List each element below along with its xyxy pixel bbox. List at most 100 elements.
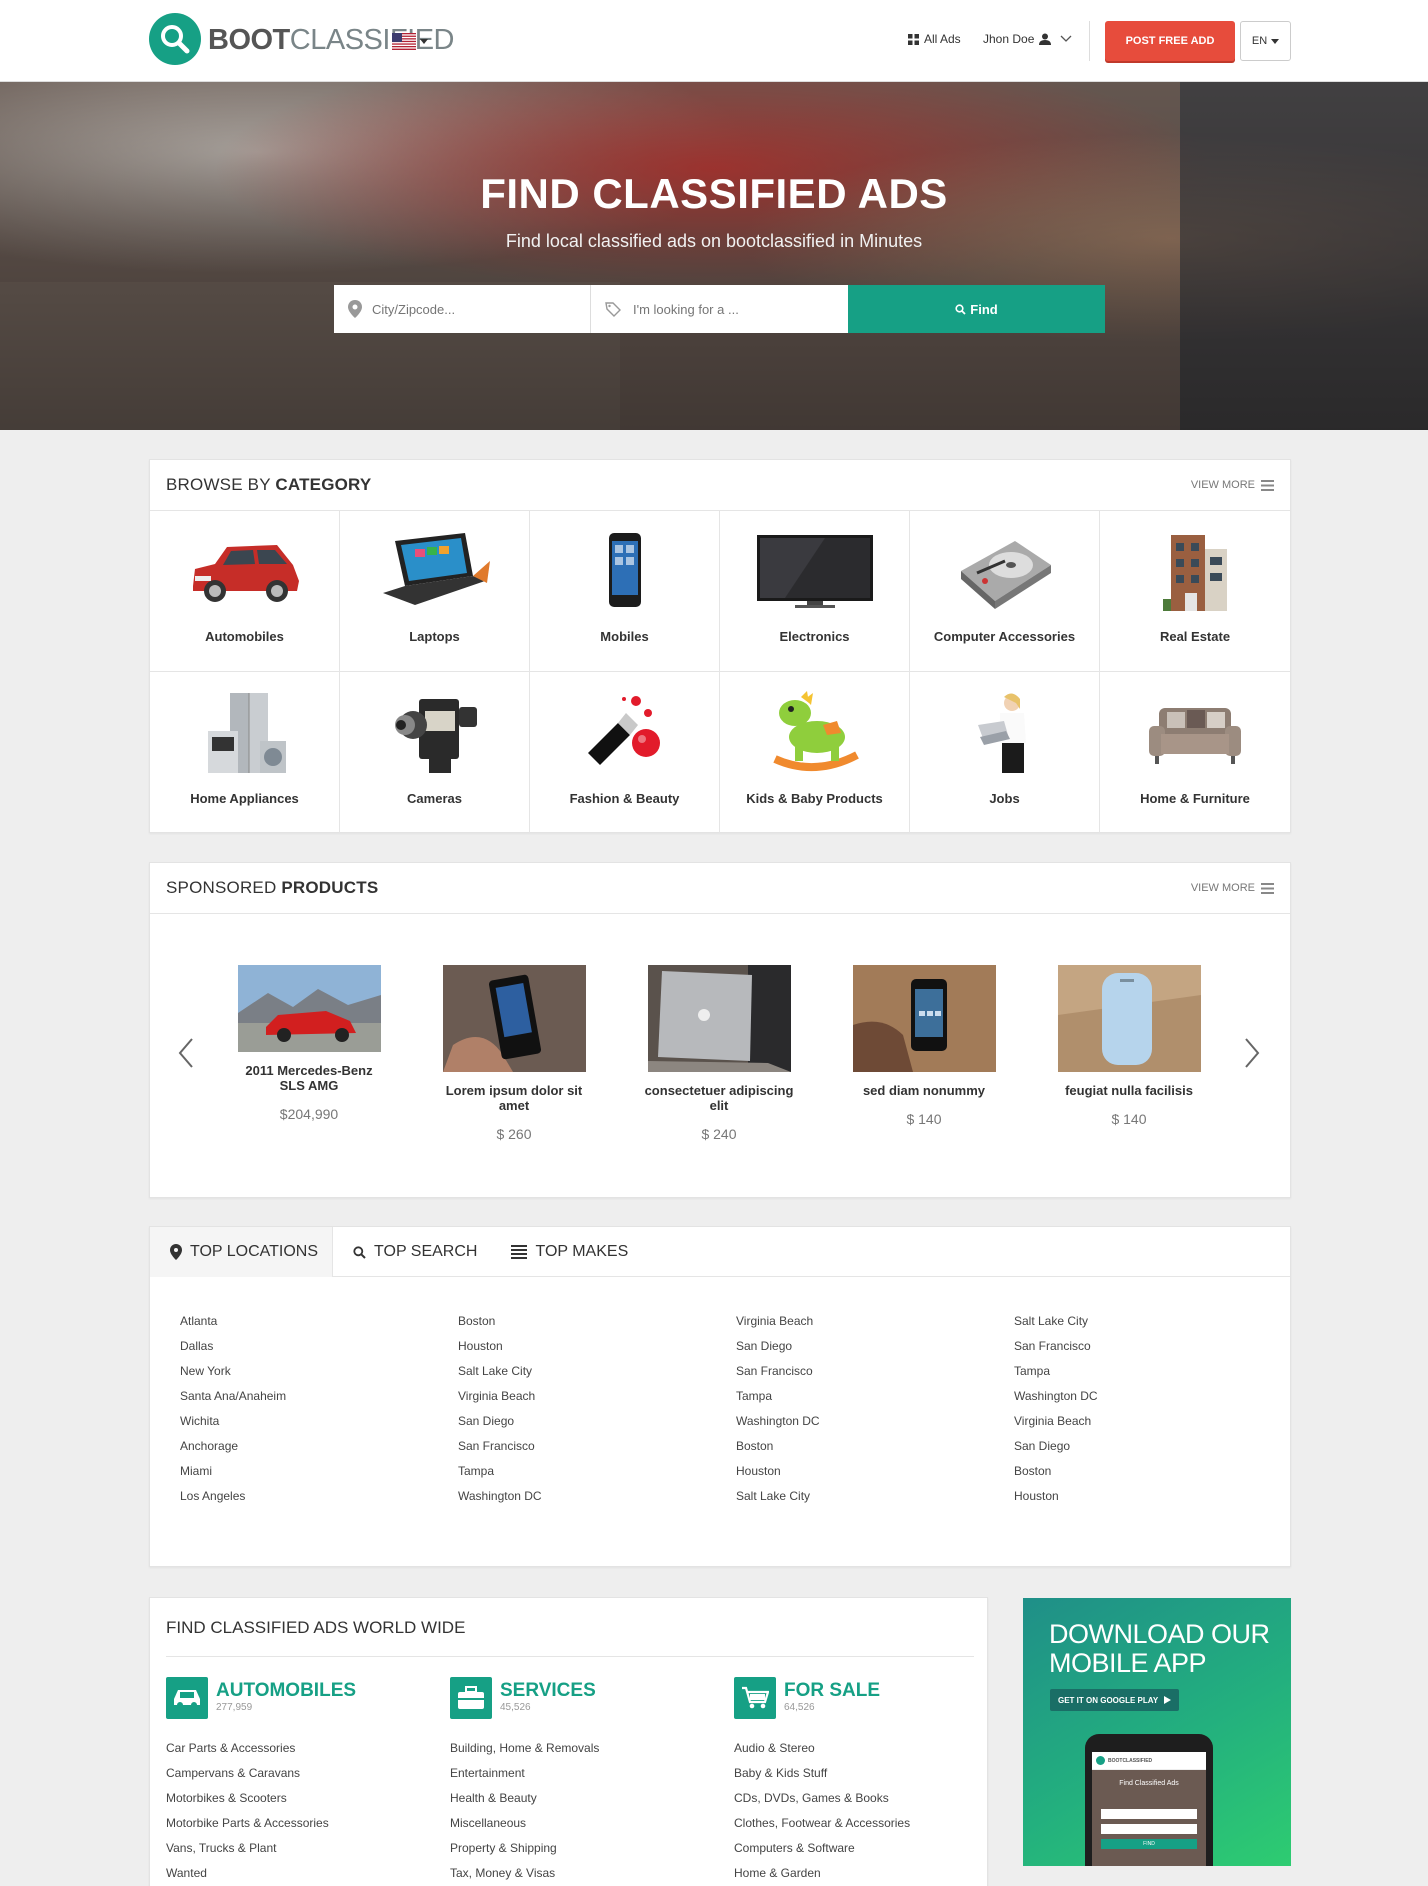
logo-search-icon[interactable] bbox=[149, 13, 201, 65]
list-item[interactable]: CDs, DVDs, Games & Books bbox=[734, 1786, 974, 1811]
list-item[interactable]: Entertainment bbox=[450, 1761, 734, 1786]
tab-top-search[interactable]: TOP SEARCH bbox=[333, 1227, 491, 1277]
category-home-furniture[interactable]: Home & Furniture bbox=[1100, 672, 1290, 833]
all-ads-link[interactable]: All Ads bbox=[908, 31, 961, 47]
group-header[interactable]: AUTOMOBILES 277,959 bbox=[166, 1677, 450, 1719]
category-cameras[interactable]: Cameras bbox=[340, 672, 530, 833]
location-link[interactable]: Boston bbox=[458, 1309, 736, 1334]
list-item[interactable]: Campervans & Caravans bbox=[166, 1761, 450, 1786]
category-view-more-link[interactable]: VIEW MORE bbox=[1191, 479, 1274, 491]
category-electronics[interactable]: Electronics bbox=[720, 511, 910, 672]
category-computer-accessories[interactable]: Computer Accessories bbox=[910, 511, 1100, 672]
category-mobiles[interactable]: Mobiles bbox=[530, 511, 720, 672]
location-link[interactable]: Salt Lake City bbox=[1014, 1309, 1264, 1334]
product-card[interactable]: sed diam nonummy $ 140 bbox=[844, 965, 1004, 1142]
location-link[interactable]: Tampa bbox=[1014, 1359, 1264, 1384]
location-link[interactable]: Boston bbox=[736, 1434, 1014, 1459]
location-link[interactable]: Washington DC bbox=[1014, 1384, 1264, 1409]
phone-logo: BOOTCLASSIFIED bbox=[1108, 1757, 1153, 1764]
location-link[interactable]: Washington DC bbox=[736, 1409, 1014, 1434]
category-label: Home Appliances bbox=[190, 791, 299, 806]
list-item[interactable]: Wanted bbox=[166, 1861, 450, 1886]
tab-top-locations[interactable]: TOP LOCATIONS bbox=[150, 1227, 334, 1277]
location-link[interactable]: Virginia Beach bbox=[736, 1309, 1014, 1334]
list-item[interactable]: Tax, Money & Visas bbox=[450, 1861, 734, 1886]
location-link[interactable]: San Francisco bbox=[736, 1359, 1014, 1384]
category-real-estate[interactable]: Real Estate bbox=[1100, 511, 1290, 672]
nav-divider bbox=[1089, 21, 1090, 61]
post-free-ad-button[interactable]: POST FREE ADD bbox=[1105, 21, 1235, 61]
list-item[interactable]: Baby & Kids Stuff bbox=[734, 1761, 974, 1786]
all-ads-label: All Ads bbox=[924, 32, 961, 46]
location-link[interactable]: Atlanta bbox=[180, 1309, 458, 1334]
category-grid: Automobiles Laptops Mobiles Electronics … bbox=[150, 511, 1290, 833]
list-item[interactable]: Car Parts & Accessories bbox=[166, 1736, 450, 1761]
list-item[interactable]: Building, Home & Removals bbox=[450, 1736, 734, 1761]
carousel-prev-button[interactable] bbox=[178, 1035, 194, 1077]
location-link[interactable]: Dallas bbox=[180, 1334, 458, 1359]
location-link[interactable]: San Francisco bbox=[458, 1434, 736, 1459]
location-link[interactable]: Houston bbox=[736, 1459, 1014, 1484]
location-field[interactable] bbox=[334, 285, 591, 333]
location-link[interactable]: Houston bbox=[458, 1334, 736, 1359]
location-link[interactable]: Virginia Beach bbox=[458, 1384, 736, 1409]
find-button[interactable]: Find bbox=[848, 285, 1105, 333]
category-home-appliances[interactable]: Home Appliances bbox=[150, 672, 340, 833]
location-link[interactable]: Los Angeles bbox=[180, 1484, 458, 1509]
location-link[interactable]: Boston bbox=[1014, 1459, 1264, 1484]
group-header[interactable]: FOR SALE 64,526 bbox=[734, 1677, 974, 1719]
product-card[interactable]: feugiat nulla facilisis $ 140 bbox=[1049, 965, 1209, 1142]
location-link[interactable]: San Francisco bbox=[1014, 1334, 1264, 1359]
location-link[interactable]: Anchorage bbox=[180, 1434, 458, 1459]
carousel-next-button[interactable] bbox=[1244, 1035, 1260, 1077]
find-label: Find bbox=[970, 301, 998, 317]
location-link[interactable]: Santa Ana/Anaheim bbox=[180, 1384, 458, 1409]
list-item[interactable]: Motorbikes & Scooters bbox=[166, 1786, 450, 1811]
list-item[interactable]: Miscellaneous bbox=[450, 1811, 734, 1836]
category-kids-baby-products[interactable]: Kids & Baby Products bbox=[720, 672, 910, 833]
location-link[interactable]: Wichita bbox=[180, 1409, 458, 1434]
list-item[interactable]: Computers & Software bbox=[734, 1836, 974, 1861]
product-card[interactable]: 2011 Mercedes-Benz SLS AMG $204,990 bbox=[229, 965, 389, 1142]
category-automobiles[interactable]: Automobiles bbox=[150, 511, 340, 672]
list-item[interactable]: Motorbike Parts & Accessories bbox=[166, 1811, 450, 1836]
list-item[interactable]: Clothes, Footwear & Accessories bbox=[734, 1811, 974, 1836]
query-input[interactable] bbox=[633, 301, 793, 317]
location-link[interactable]: San Diego bbox=[458, 1409, 736, 1434]
location-link[interactable]: Miami bbox=[180, 1459, 458, 1484]
sponsored-view-more-link[interactable]: VIEW MORE bbox=[1191, 882, 1274, 894]
location-link[interactable]: Washington DC bbox=[458, 1484, 736, 1509]
location-link[interactable]: Tampa bbox=[458, 1459, 736, 1484]
product-card[interactable]: Lorem ipsum dolor sit amet $ 260 bbox=[434, 965, 594, 1142]
category-jobs[interactable]: Jobs bbox=[910, 672, 1100, 833]
location-link[interactable]: Houston bbox=[1014, 1484, 1264, 1509]
list-item[interactable]: Health & Beauty bbox=[450, 1786, 734, 1811]
product-card[interactable]: consectetuer adipiscing elit $ 240 bbox=[639, 965, 799, 1142]
group-header[interactable]: SERVICES 45,526 bbox=[450, 1677, 734, 1719]
query-field[interactable] bbox=[591, 285, 848, 333]
google-play-button[interactable]: GET IT ON GOOGLE PLAY bbox=[1050, 1689, 1180, 1711]
google-play-label: GET IT ON GOOGLE PLAY bbox=[1058, 1695, 1159, 1705]
user-menu[interactable]: Jhon Doe bbox=[983, 31, 1072, 47]
map-marker-icon bbox=[170, 1244, 182, 1260]
location-input[interactable] bbox=[372, 301, 532, 317]
list-item[interactable]: Home & Garden bbox=[734, 1861, 974, 1886]
location-link[interactable]: Salt Lake City bbox=[458, 1359, 736, 1384]
briefcase-icon bbox=[450, 1677, 492, 1719]
list-item[interactable]: Vans, Trucks & Plant bbox=[166, 1836, 450, 1861]
location-link[interactable]: New York bbox=[180, 1359, 458, 1384]
tab-top-makes[interactable]: TOP MAKES bbox=[491, 1227, 642, 1277]
category-fashion-beauty[interactable]: Fashion & Beauty bbox=[530, 672, 720, 833]
category-laptops[interactable]: Laptops bbox=[340, 511, 530, 672]
location-link[interactable]: Virginia Beach bbox=[1014, 1409, 1264, 1434]
language-dropdown[interactable]: EN bbox=[1240, 21, 1291, 61]
list-item[interactable]: Audio & Stereo bbox=[734, 1736, 974, 1761]
location-link[interactable]: Salt Lake City bbox=[736, 1484, 1014, 1509]
location-link[interactable]: Tampa bbox=[736, 1384, 1014, 1409]
mobile-app-promo[interactable]: DOWNLOAD OUR MOBILE APP GET IT ON GOOGLE … bbox=[1023, 1598, 1291, 1866]
tabs-panel: TOP LOCATIONS TOP SEARCH TOP MAKES Atlan… bbox=[149, 1226, 1291, 1567]
location-link[interactable]: San Diego bbox=[736, 1334, 1014, 1359]
location-link[interactable]: San Diego bbox=[1014, 1434, 1264, 1459]
country-selector[interactable] bbox=[392, 33, 428, 50]
list-item[interactable]: Property & Shipping bbox=[450, 1836, 734, 1861]
